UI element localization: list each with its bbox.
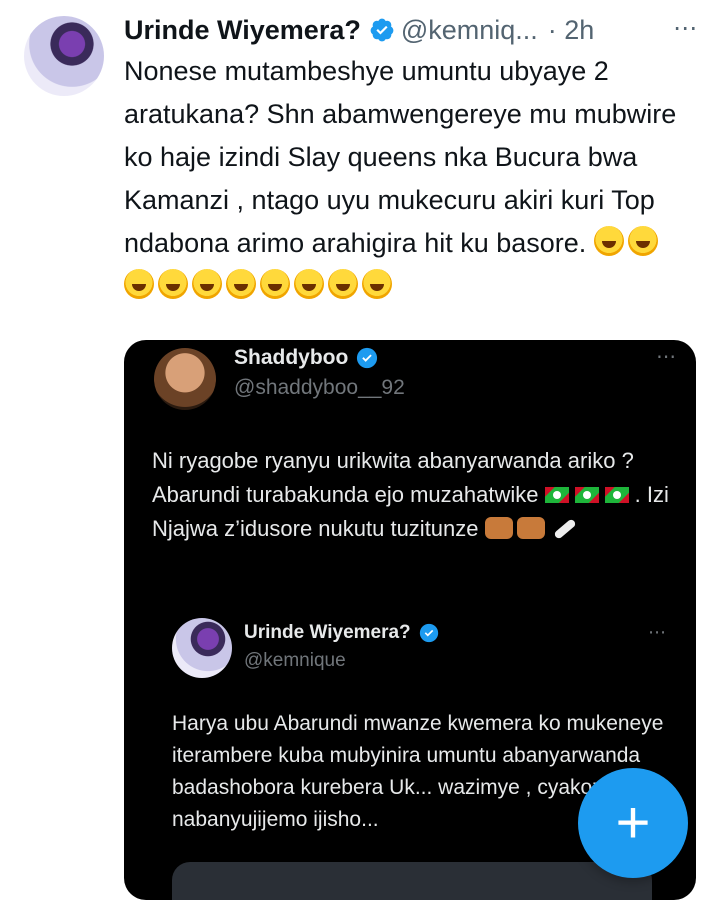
inner-author-handle: @kemnique <box>244 650 346 671</box>
rolling-on-floor-laughing-emoji <box>362 269 392 299</box>
inner-author-name: Urinde Wiyemera? <box>244 622 411 643</box>
timestamp[interactable]: · 2h <box>548 15 595 46</box>
bone-emoji-icon <box>552 518 577 540</box>
author-avatar[interactable] <box>24 16 104 96</box>
author-handle[interactable]: @kemniq... <box>401 15 538 46</box>
verified-badge-icon <box>370 18 394 42</box>
compose-button[interactable]: + <box>578 768 688 878</box>
plus-icon: + <box>615 789 651 856</box>
tweet-header: Urinde Wiyemera? @kemniq... · 2h <box>124 10 700 50</box>
quoted-author-name: Shaddyboo <box>234 346 349 369</box>
rolling-on-floor-laughing-emoji <box>192 269 222 299</box>
verified-badge-icon <box>419 623 438 643</box>
burundi-flag-emoji-icon <box>604 487 629 503</box>
burundi-flag-emoji-icon <box>544 487 569 503</box>
dog-emoji-icon <box>516 517 545 539</box>
rolling-on-floor-laughing-emoji <box>124 269 154 299</box>
rolling-on-floor-laughing-emoji <box>593 226 624 256</box>
inner-author-name-row: Urinde Wiyemera? <box>244 622 445 644</box>
author-name[interactable]: Urinde Wiyemera? <box>124 15 361 46</box>
inner-more-icon: ⋯ <box>648 622 666 642</box>
rolling-on-floor-laughing-emoji <box>158 269 188 299</box>
rolling-on-floor-laughing-emoji <box>627 226 658 256</box>
verified-badge-icon <box>357 347 378 369</box>
rolling-on-floor-laughing-emoji <box>226 269 256 299</box>
rolling-on-floor-laughing-emoji <box>260 269 290 299</box>
dog-emoji-icon <box>484 517 513 539</box>
quoted-more-icon: ⋯ <box>656 346 676 368</box>
quoted-author-avatar <box>154 348 216 410</box>
burundi-flag-emoji-icon <box>574 487 599 503</box>
tweet-text-container: Nonese mutambeshye umuntu ubyaye 2 aratu… <box>124 50 694 308</box>
inner-media-preview <box>172 862 652 900</box>
rolling-on-floor-laughing-emoji <box>294 269 324 299</box>
rolling-on-floor-laughing-emoji <box>328 269 358 299</box>
more-options-icon[interactable]: ⋯ <box>673 14 698 43</box>
inner-author-avatar <box>172 618 232 678</box>
quoted-author-handle: @shaddyboo__92 <box>234 376 405 399</box>
quoted-author-name-row: Shaddyboo <box>234 346 384 370</box>
quoted-text-container: Ni ryagobe ryanyu urikwita abanyarwanda … <box>152 444 672 546</box>
